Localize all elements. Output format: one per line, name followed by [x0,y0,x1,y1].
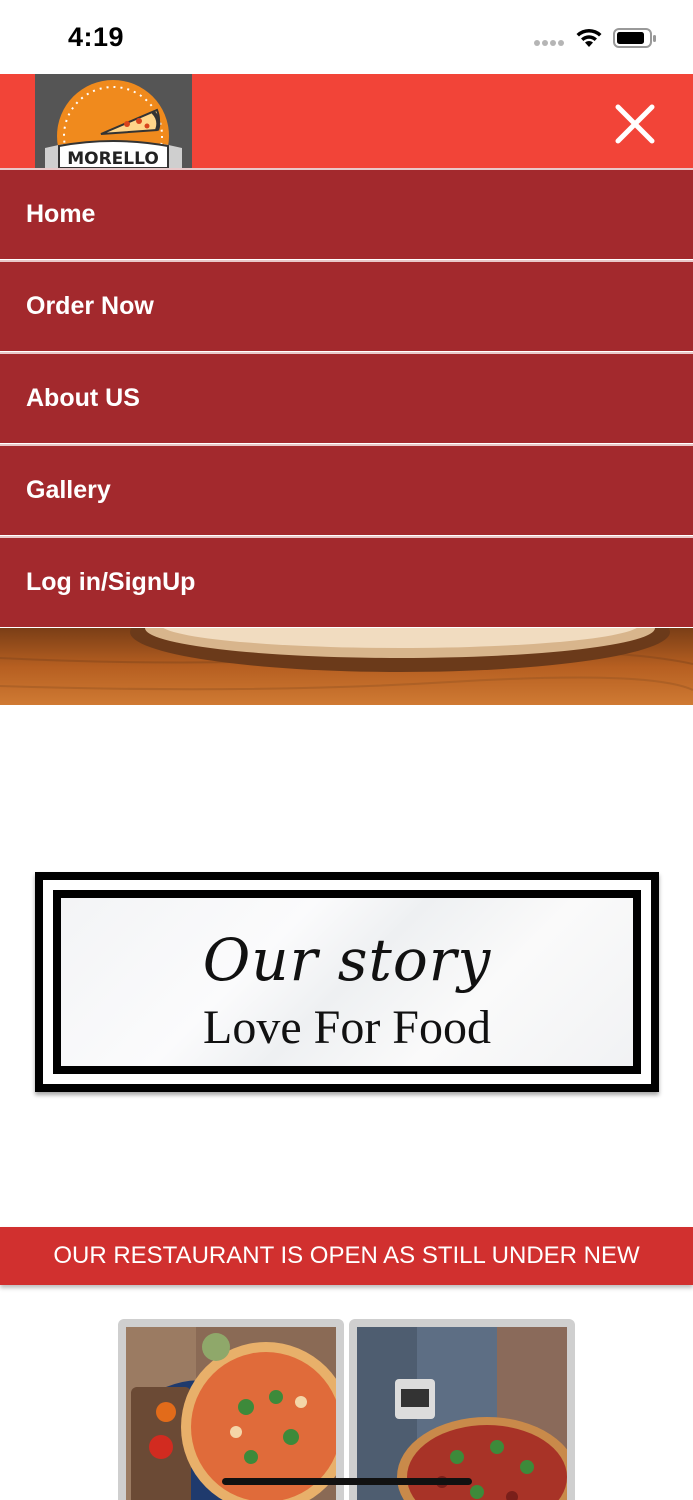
nav-item-label: Gallery [26,476,111,504]
header-bar: MORELLO [0,74,693,168]
nav-item-label: About US [26,384,140,412]
story-card: Our story Love For Food [35,872,659,1092]
status-time: 4:19 [68,22,125,52]
battery-icon [613,27,657,49]
close-icon [615,104,655,144]
nav-item-gallery[interactable]: Gallery [0,444,693,535]
pizza-photo [126,1327,336,1500]
banner-text: OUR RESTAURANT IS OPEN AS STILL UNDER NE… [53,1242,640,1269]
status-bar: 4:19 [0,0,693,74]
gallery-thumbnail[interactable] [349,1319,575,1500]
nav-item-label: Order Now [26,292,154,320]
logo-text: MORELLO [67,149,159,168]
wifi-icon [574,26,604,48]
nav-item-label: Home [26,200,96,228]
story-subtitle: Love For Food [203,1001,491,1054]
announcement-banner: OUR RESTAURANT IS OPEN AS STILL UNDER NE… [0,1227,693,1285]
logo[interactable]: MORELLO [35,74,192,168]
hero-image [0,628,693,705]
gallery-thumbnail[interactable] [118,1319,344,1500]
nav-item-home[interactable]: Home [0,168,693,259]
nav-item-order-now[interactable]: Order Now [0,260,693,351]
nav-menu: Home Order Now About US Gallery Log in/S… [0,168,693,628]
pizza-photo [357,1327,567,1500]
nav-item-label: Log in/SignUp [26,568,196,596]
story-title: Our story [202,926,492,994]
story-card-inner: Our story Love For Food [53,890,641,1074]
signal-icon [534,40,566,48]
home-indicator [222,1478,472,1485]
close-menu-button[interactable] [608,97,662,151]
nav-item-about-us[interactable]: About US [0,352,693,443]
nav-item-login-signup[interactable]: Log in/SignUp [0,536,693,627]
